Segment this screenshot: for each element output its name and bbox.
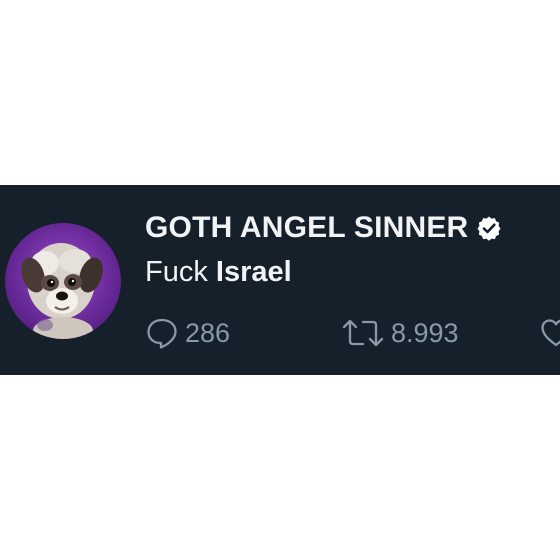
dog-avatar-image <box>21 243 103 339</box>
heart-icon <box>539 316 560 350</box>
tweet-text-mention: Israel <box>215 256 292 288</box>
reply-count: 286 <box>185 317 231 348</box>
speech-bubble-icon <box>145 316 179 350</box>
retweet-arrows-icon <box>341 316 385 350</box>
tweet-text-plain: Fuck <box>145 256 216 288</box>
tweet-card[interactable]: GOTH ANGEL SINNER Fuck Israel 286 8.993 <box>0 185 560 375</box>
reply-button[interactable]: 286 <box>145 313 230 353</box>
verified-badge-icon <box>476 215 502 241</box>
like-button[interactable] <box>539 313 560 353</box>
retweet-button[interactable]: 8.993 <box>341 313 459 353</box>
tweet-text: Fuck Israel <box>145 256 292 289</box>
author-row: GOTH ANGEL SINNER <box>145 207 502 249</box>
retweet-count: 8.993 <box>391 317 459 348</box>
action-bar: 286 8.993 <box>145 313 560 353</box>
display-name[interactable]: GOTH ANGEL SINNER <box>145 211 468 245</box>
screenshot-canvas: GOTH ANGEL SINNER Fuck Israel 286 8.993 <box>0 0 560 560</box>
avatar[interactable] <box>5 223 121 339</box>
